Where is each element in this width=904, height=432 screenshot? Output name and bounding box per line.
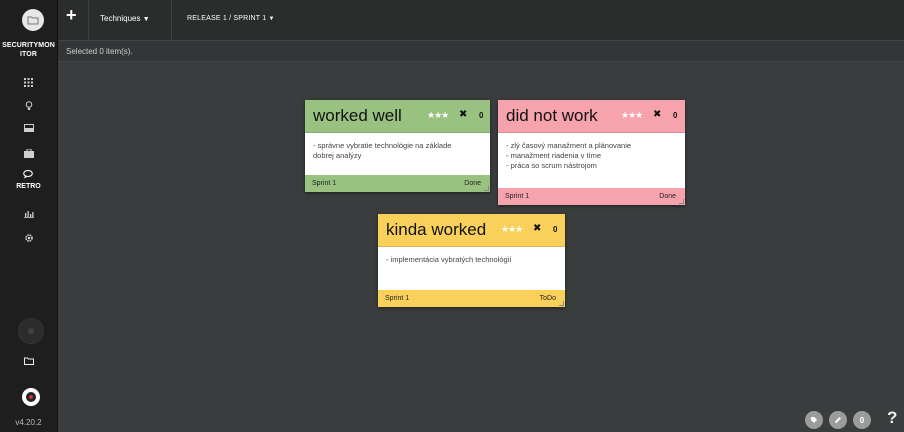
card-line: - správne vybratie technológie na základ…: [313, 141, 452, 150]
card-body: - zlý časový manažment a plánovanie - ma…: [498, 133, 685, 179]
sidebar-item-inbox[interactable]: [0, 124, 57, 134]
card-line: - zlý časový manažment a plánovanie: [506, 141, 632, 150]
resize-handle[interactable]: [484, 186, 489, 191]
card-line: - práca so scrum nástrojom: [506, 161, 597, 170]
card-line: dobrej analýzy: [313, 151, 362, 160]
card-sprint: Sprint 1: [312, 180, 337, 187]
close-icon[interactable]: ✖: [459, 109, 467, 120]
card-header: did not work ★★★ ✖ 0: [498, 100, 685, 133]
top-toolbar: [58, 0, 904, 41]
sidebar: SECURITYMON ITOR RETRO v4.20.2: [0, 0, 58, 432]
card-title: worked well: [313, 106, 402, 125]
retro-icon: [23, 170, 33, 179]
caret-down-icon: ▼: [142, 16, 150, 23]
resize-handle[interactable]: [559, 301, 564, 306]
tag-button[interactable]: [805, 411, 823, 429]
release-sprint-label: RELEASE 1 / SPRINT 1: [187, 15, 267, 22]
vote-count: 0: [673, 111, 678, 120]
lightbulb-icon: [25, 101, 32, 110]
sidebar-item-settings[interactable]: [0, 233, 57, 245]
rating-stars-icon[interactable]: ★★★: [427, 110, 449, 121]
card-footer: Sprint 1 ToDo: [378, 290, 565, 307]
archive-button[interactable]: [18, 318, 44, 344]
close-icon[interactable]: ✖: [653, 109, 661, 120]
gear-icon: [24, 234, 33, 242]
stack-icon: [28, 328, 34, 334]
tag-icon: [811, 417, 817, 423]
retro-card-worked-well[interactable]: worked well ★★★ ✖ 0 - správne vybratie t…: [305, 100, 490, 192]
edit-button[interactable]: [829, 411, 847, 429]
vote-count: 0: [553, 225, 558, 234]
avatar[interactable]: [22, 388, 40, 406]
selection-bar: [58, 41, 904, 62]
sidebar-item-projects[interactable]: [0, 149, 57, 160]
bar-chart-icon: [23, 211, 34, 218]
card-status: Done: [464, 180, 481, 187]
briefcase-icon: [23, 149, 34, 158]
card-sprint: Sprint 1: [505, 193, 530, 200]
inbox-icon: [23, 124, 34, 132]
sidebar-item-ideas[interactable]: [0, 101, 57, 113]
card-sprint: Sprint 1: [385, 295, 410, 302]
sidebar-item-retro[interactable]: RETRO: [0, 170, 57, 192]
card-body: - implementácia vybratých technológií: [378, 247, 565, 273]
card-footer: Sprint 1 Done: [305, 175, 490, 192]
rating-stars-icon[interactable]: ★★★: [621, 110, 643, 121]
resize-handle[interactable]: [679, 199, 684, 204]
selection-count: Selected 0 item(s).: [66, 47, 133, 56]
pencil-icon: [835, 417, 841, 423]
vote-count: 0: [479, 111, 484, 120]
notification-count-button[interactable]: 0: [853, 411, 871, 429]
retro-card-did-not-work[interactable]: did not work ★★★ ✖ 0 - zlý časový manažm…: [498, 100, 685, 205]
sidebar-item-label: RETRO: [16, 183, 41, 190]
card-status: ToDo: [539, 295, 556, 302]
card-title: did not work: [506, 106, 598, 125]
card-status: Done: [659, 193, 676, 200]
card-line: - implementácia vybratých technológií: [386, 255, 512, 264]
folder-logo-icon[interactable]: [22, 9, 44, 31]
sidebar-item-reports[interactable]: [0, 210, 57, 220]
techniques-dropdown[interactable]: Techniques ▼: [100, 14, 150, 23]
card-footer: Sprint 1 Done: [498, 188, 685, 205]
sidebar-item-dashboard[interactable]: [0, 78, 57, 89]
card-body: - správne vybratie technológie na základ…: [305, 133, 490, 169]
card-header: kinda worked ★★★ ✖ 0: [378, 214, 565, 247]
grid-icon: [24, 78, 33, 87]
help-button[interactable]: ?: [887, 408, 897, 428]
open-folder-button[interactable]: [0, 357, 57, 367]
add-button[interactable]: +: [66, 6, 77, 24]
card-header: worked well ★★★ ✖ 0: [305, 100, 490, 133]
card-title: kinda worked: [386, 220, 487, 239]
card-line: - manažment riadenia v tíme: [506, 151, 602, 160]
folder-icon: [23, 357, 34, 365]
caret-down-icon: ▼: [268, 16, 275, 22]
retro-card-kinda-worked[interactable]: kinda worked ★★★ ✖ 0 - implementácia vyb…: [378, 214, 565, 307]
release-sprint-dropdown[interactable]: RELEASE 1 / SPRINT 1 ▼: [187, 15, 275, 22]
rating-stars-icon[interactable]: ★★★: [501, 224, 523, 235]
app-version: v4.20.2: [15, 418, 42, 427]
app-name: SECURITYMON ITOR: [2, 42, 55, 58]
techniques-label: Techniques: [100, 14, 141, 23]
close-icon[interactable]: ✖: [533, 223, 541, 234]
